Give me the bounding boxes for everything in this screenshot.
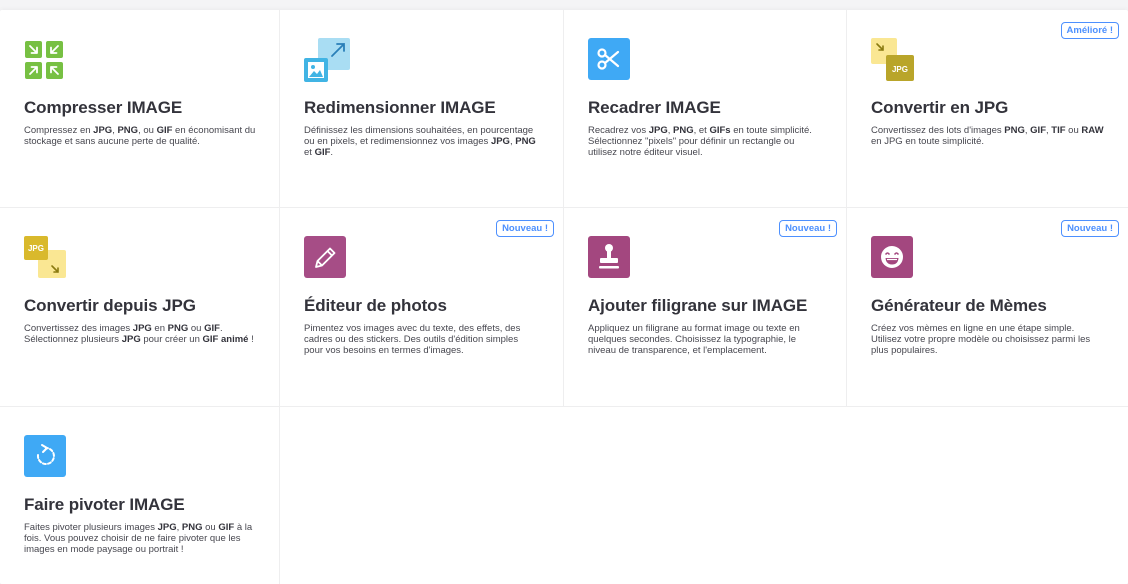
description-emphasis: PNG	[181, 522, 203, 533]
tool-title: Convertir en JPG	[871, 98, 1009, 117]
description-text: Pimentez vos images avec du texte, des e…	[304, 323, 521, 357]
tools-grid: Compresser IMAGE Compressez en JPG, PNG,…	[0, 10, 1128, 584]
description-text: en	[151, 323, 168, 334]
laughing-face-icon	[871, 236, 917, 282]
tool-description: Compressez en JPG, PNG, ou GIF en économ…	[24, 125, 258, 147]
description-text: Faites pivoter plusieurs images	[24, 522, 158, 533]
tool-title: Redimensionner IMAGE	[304, 98, 496, 117]
description-emphasis: GIF	[218, 522, 235, 533]
tool-title: Recadrer IMAGE	[588, 98, 721, 117]
description-text: Recadrez vos	[588, 125, 649, 136]
description-emphasis: PNG	[515, 136, 536, 148]
tool-description: Convertissez des images JPG en PNG ou GI…	[24, 323, 258, 345]
tool-title: Générateur de Mèmes	[871, 296, 1047, 315]
description-text: Convertissez des lots d'images	[871, 125, 1005, 136]
description-emphasis: GIF	[156, 125, 173, 136]
convert-to-jpg-icon: JPG	[871, 38, 917, 84]
description-text: et	[304, 147, 315, 159]
tools-panel: Compresser IMAGE Compressez en JPG, PNG,…	[0, 10, 1128, 584]
new-badge: Nouveau !	[779, 220, 837, 237]
description-text: ou	[188, 323, 205, 334]
tool-card-rotate[interactable]: Faire pivoter IMAGE Faites pivoter plusi…	[0, 407, 280, 584]
pencil-icon	[304, 236, 350, 282]
description-emphasis: JPG	[157, 522, 177, 533]
tool-card-convert-to-jpg[interactable]: Amélioré ! JPG Convertir en JPG Converti…	[847, 10, 1128, 208]
tool-description: Appliquez un filigrane au format image o…	[588, 323, 822, 357]
rotate-icon	[24, 435, 70, 481]
description-text: en JPG en toute simplicité.	[871, 136, 984, 148]
tool-description: Faites pivoter plusieurs images JPG, PNG…	[24, 522, 258, 556]
tool-card-meme-generator[interactable]: Nouveau ! Générateur de Mèmes Créez vos …	[847, 208, 1128, 407]
description-emphasis: GIFs	[709, 125, 731, 136]
tool-card-compress[interactable]: Compresser IMAGE Compressez en JPG, PNG,…	[0, 10, 280, 208]
tool-card-watermark[interactable]: Nouveau ! Ajouter filigrane sur IMAGE Ap…	[564, 208, 847, 407]
tool-description: Définissez les dimensions souhaitées, en…	[304, 125, 538, 159]
compress-arrows-icon	[24, 38, 70, 84]
tool-description: Créez vos mèmes en ligne en une étape si…	[871, 323, 1105, 357]
description-emphasis: TIF	[1051, 125, 1066, 136]
description-emphasis: JPG	[132, 323, 152, 334]
scissors-icon	[588, 38, 634, 84]
description-text: Appliquez un filigrane au format image o…	[588, 323, 800, 357]
new-badge: Nouveau !	[496, 220, 554, 237]
jpg-label: JPG	[892, 65, 908, 74]
description-emphasis: PNG	[167, 323, 189, 334]
description-text: , et	[693, 125, 710, 136]
tool-card-resize[interactable]: Redimensionner IMAGE Définissez les dime…	[280, 10, 564, 208]
description-emphasis: JPG	[93, 125, 113, 136]
description-text: .	[330, 147, 334, 159]
tool-card-photo-editor[interactable]: Nouveau ! Éditeur de photos Pimentez vos…	[280, 208, 564, 407]
description-emphasis: JPG	[648, 125, 668, 136]
description-text: pour créer un	[140, 334, 203, 346]
description-emphasis: GIF	[204, 323, 220, 334]
description-emphasis: GIF	[1030, 125, 1047, 136]
description-emphasis: RAW	[1081, 125, 1104, 136]
tool-title: Ajouter filigrane sur IMAGE	[588, 296, 808, 315]
description-text: , ou	[138, 125, 157, 136]
tool-card-crop[interactable]: Recadrer IMAGE Recadrez vos JPG, PNG, et…	[564, 10, 847, 208]
description-emphasis: GIF	[314, 147, 331, 159]
convert-from-jpg-icon: JPG	[24, 236, 70, 282]
new-badge: Nouveau !	[1061, 220, 1119, 237]
description-emphasis: JPG	[121, 334, 141, 346]
tool-title: Éditeur de photos	[304, 296, 447, 315]
tool-title: Convertir depuis JPG	[24, 296, 196, 315]
description-emphasis: PNG	[673, 125, 694, 136]
description-emphasis: PNG	[117, 125, 139, 136]
jpg-label: JPG	[28, 244, 44, 253]
improved-badge: Amélioré !	[1060, 22, 1119, 39]
resize-image-icon	[304, 38, 350, 84]
description-text: ou	[1065, 125, 1082, 136]
description-emphasis: JPG	[490, 136, 510, 148]
tool-description: Convertissez des lots d'images PNG, GIF,…	[871, 125, 1105, 147]
description-text: Créez vos mèmes en ligne en une étape si…	[871, 323, 1091, 357]
tool-description: Recadrez vos JPG, PNG, et GIFs en toute …	[588, 125, 822, 159]
tool-title: Compresser IMAGE	[24, 98, 183, 117]
description-emphasis: GIF animé	[202, 334, 249, 346]
description-text: !	[248, 334, 254, 346]
tool-title: Faire pivoter IMAGE	[24, 495, 185, 514]
description-text: Compressez en	[24, 125, 94, 136]
stamp-icon	[588, 236, 634, 282]
description-text: ou	[202, 522, 219, 533]
tool-description: Pimentez vos images avec du texte, des e…	[304, 323, 538, 357]
description-emphasis: PNG	[1004, 125, 1025, 136]
description-text: Convertissez des images	[24, 323, 133, 334]
tool-card-convert-from-jpg[interactable]: JPG Convertir depuis JPG Convertissez de…	[0, 208, 280, 407]
